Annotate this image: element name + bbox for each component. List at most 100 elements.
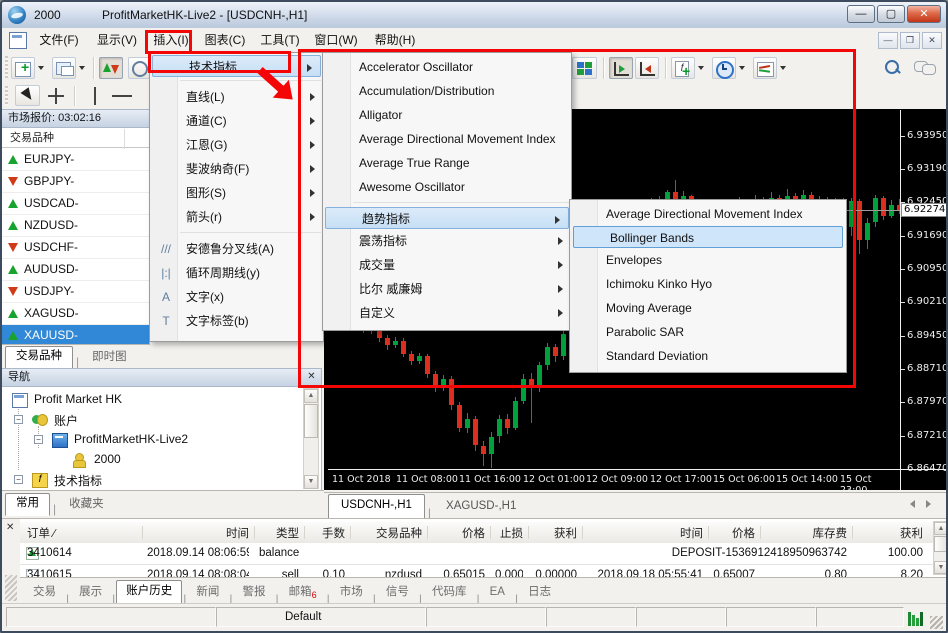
chart-tab-1[interactable]: USDCNH-,H1 [328,494,425,520]
terminal-column-6[interactable]: 价格 [432,525,485,541]
terminal-column-7[interactable]: 止损 [495,525,523,541]
resize-grip[interactable] [930,616,943,629]
terminal-column-10[interactable]: 价格 [713,525,755,541]
vertical-line-button[interactable] [86,87,104,105]
cell-时间: DEPOSIT-1536912418950963742 [587,547,847,559]
navigator-item-5[interactable]: −f技术指标 [2,470,298,490]
column-separator[interactable] [254,526,255,539]
column-separator[interactable] [427,526,428,539]
terminal-column-1[interactable]: 订单 ∕ [27,525,137,541]
market-watch-column-header[interactable]: 交易品种 [2,128,150,148]
market-watch-row-xagusd[interactable]: XAGUSD- [2,303,149,325]
column-separator[interactable] [490,526,491,539]
column-separator[interactable] [582,526,583,539]
terminal-table-header[interactable]: 订单 ∕时间类型手数交易品种价格止损获利时间价格库存费获利 [20,522,936,544]
market-watch-row-nzdusd[interactable]: NZDUSD- [2,215,149,237]
navigator-tab-2[interactable]: 收藏夹 [59,495,114,516]
new-chart-button[interactable]: + [11,57,35,79]
table-row[interactable]: 34106142018.09.14 08:06:59balanceDEPOSIT… [20,543,936,565]
search-button[interactable] [884,59,902,77]
price-scale[interactable]: 6.939506.931906.924506.916906.909506.902… [901,110,946,490]
column-separator[interactable] [142,526,143,539]
tree-expander-icon[interactable]: − [14,415,23,424]
navigator-header[interactable]: 导航 [2,368,322,387]
market-watch-header[interactable]: 市场报价: 03:02:16 [2,109,150,128]
menubar-item-6[interactable]: 窗口(W) [306,31,366,50]
terminal-column-4[interactable]: 手数 [309,525,345,541]
navigator-scrollbar[interactable]: ▲ ▼ [303,388,319,489]
navigator-item-2[interactable]: −账户 [2,410,298,430]
terminal-column-8[interactable]: 获利 [533,525,577,541]
terminal-column-5[interactable]: 交易品种 [355,525,422,541]
terminal-side-strip: ✕ [2,518,20,604]
new-chart-caret[interactable] [38,66,44,70]
price-tick [901,302,905,303]
window-minimize-button[interactable]: — [847,5,875,23]
terminal-column-3[interactable]: 类型 [259,525,299,541]
scroll-down-icon[interactable]: ▼ [934,561,948,574]
profiles-button[interactable] [52,57,76,79]
market-watch-row-eurjpy[interactable]: EURJPY- [2,149,149,171]
panel-grip[interactable] [5,575,17,601]
market-watch-tab-2[interactable]: 即时图 [82,348,137,369]
market-watch-row-audusd[interactable]: AUDUSD- [2,259,149,281]
data-window-button[interactable] [128,57,150,79]
cell-类型: balance [259,547,299,559]
toolbar-grip[interactable] [5,56,8,78]
scroll-up-icon[interactable]: ▲ [934,522,948,535]
column-separator[interactable] [304,526,305,539]
menubar-item-1[interactable]: 文件(F) [30,31,88,50]
navigator-item-4[interactable]: 2000 [2,450,298,470]
scroll-down-icon[interactable]: ▼ [304,475,318,489]
terminal-column-9[interactable]: 时间 [587,525,703,541]
terminal-column-11[interactable]: 库存费 [765,525,847,541]
horizontal-line-button[interactable] [112,87,132,105]
scroll-thumb[interactable] [304,404,318,438]
scroll-thumb[interactable] [934,536,948,552]
tree-expander-icon[interactable]: − [34,435,43,444]
market-watch-row-usdchf[interactable]: USDCHF- [2,237,149,259]
time-scale[interactable]: 11 Oct 201811 Oct 08:0011 Oct 16:0012 Oc… [328,470,900,490]
menubar-item-2[interactable]: 显示(V) [88,31,146,50]
scroll-up-icon[interactable]: ▲ [304,389,318,403]
window-close-button[interactable]: ✕ [907,5,941,23]
status-cell [636,607,726,627]
window-restore-button[interactable]: ▢ [877,5,905,23]
column-separator[interactable] [760,526,761,539]
tree-expander-icon[interactable]: − [14,475,23,484]
mdi-minimize-button[interactable]: — [878,32,898,49]
navigator-item-3[interactable]: −ProfitMarketHK-Live2 [2,430,298,450]
terminal-column-12[interactable]: 获利 [857,525,923,541]
profiles-caret[interactable] [79,66,85,70]
symbol-label: USDCAD- [24,196,79,210]
navigator-item-1[interactable]: Profit Market HK [2,390,298,410]
market-watch-tab-1[interactable]: 交易品种 [5,346,73,369]
chat-button[interactable] [914,60,936,76]
menubar-item-4[interactable]: 图表(C) [196,31,254,50]
market-watch-row-usdcad[interactable]: USDCAD- [2,193,149,215]
terminal-scrollbar[interactable]: ▲ ▼ [933,521,948,575]
cursor-button[interactable] [15,85,40,106]
crosshair-button[interactable] [48,88,64,104]
tab-scroll-right-icon[interactable] [926,500,931,508]
market-watch-toggle-button[interactable] [99,57,123,79]
time-label: 15 Oct 06:00 [713,474,775,485]
menubar-item-5[interactable]: 工具(T) [254,31,306,50]
column-separator[interactable] [350,526,351,539]
menubar-item-7[interactable]: 帮助(H) [366,31,424,50]
column-separator[interactable] [528,526,529,539]
terminal-close-icon[interactable]: ✕ [6,522,14,533]
column-separator[interactable] [708,526,709,539]
mdi-close-button[interactable]: ✕ [922,32,942,49]
status-cell [426,607,546,627]
market-watch-row-gbpjpy[interactable]: GBPJPY- [2,171,149,193]
tab-scroll-left-icon[interactable] [910,500,915,508]
market-watch-row-usdjpy[interactable]: USDJPY- [2,281,149,303]
terminal-column-2[interactable]: 时间 [147,525,249,541]
column-separator[interactable] [852,526,853,539]
chart-tab-2[interactable]: XAGUSD-,H1 [434,496,528,520]
navigator-tab-1[interactable]: 常用 [5,493,50,516]
status-profile[interactable]: Default [216,607,426,627]
mdi-restore-button[interactable]: ❐ [900,32,920,49]
price-tick [901,269,905,270]
